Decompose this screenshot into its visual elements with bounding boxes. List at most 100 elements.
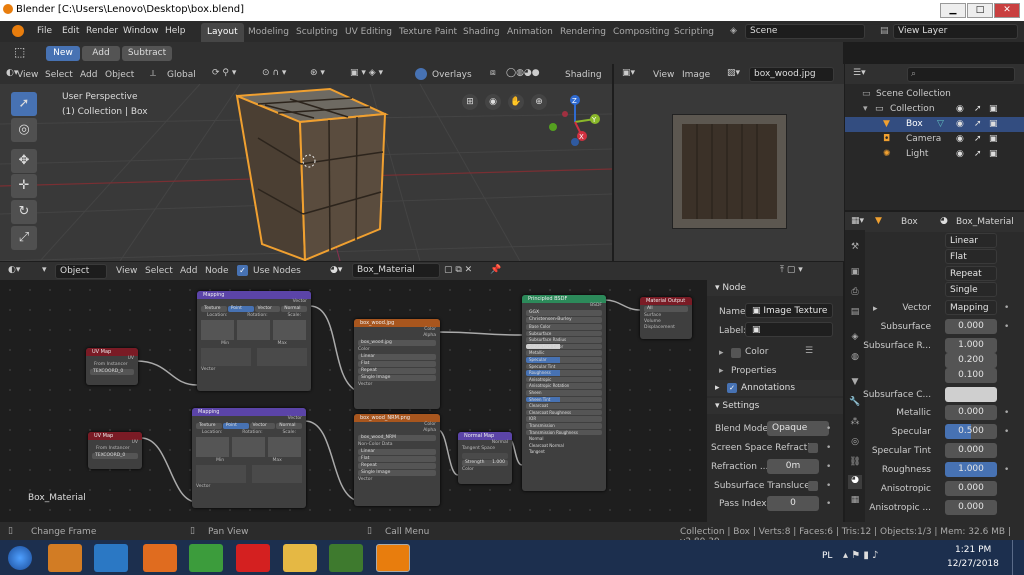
mode-new-button[interactable]: New xyxy=(46,46,80,61)
tray-icons[interactable]: ▴ ⚑ ▮ ♪ xyxy=(843,550,878,561)
tab-compositing[interactable]: Compositing xyxy=(607,23,675,42)
node-strength-field[interactable]: Strength 1.000 xyxy=(462,460,508,466)
blend-mode-dropdown[interactable]: Opaque xyxy=(767,421,829,436)
node-image-file[interactable]: box_wood.jpg xyxy=(358,340,436,346)
node-normal-map[interactable]: Normal Map Normal Tangent Space Strength… xyxy=(458,432,512,484)
taskbar-app-icon[interactable] xyxy=(329,544,363,572)
properties-type-icon[interactable]: ▦▾ xyxy=(851,216,864,226)
anisotropic-field[interactable]: 0.000 xyxy=(945,481,997,496)
bsdf-input-row[interactable]: Subsurface Radius xyxy=(526,337,602,343)
tool-scale[interactable]: ⤢ xyxy=(11,226,37,250)
tab-layout[interactable]: Layout xyxy=(201,23,244,42)
annotations-checkbox[interactable]: ✓ xyxy=(727,383,737,393)
select-arrow-icon[interactable]: ➚ xyxy=(974,132,982,147)
pan-hand-icon[interactable]: ✋ xyxy=(508,94,524,110)
list-icon[interactable]: ☰ xyxy=(805,346,813,356)
node-extension[interactable]: Repeat xyxy=(358,463,436,469)
material-tab-icon[interactable]: ◕ xyxy=(848,475,862,489)
visibility-icon[interactable]: ▣ ▾ ◈ ▾ xyxy=(350,68,383,78)
image-menu-image[interactable]: Image xyxy=(682,70,710,80)
bsdf-input-row[interactable]: Clearcoat xyxy=(526,403,602,409)
overlays-icon[interactable] xyxy=(415,68,427,80)
menu-help[interactable]: Help xyxy=(165,26,186,36)
viewport-menu-add[interactable]: Add xyxy=(80,70,97,80)
chrome-icon[interactable] xyxy=(189,544,223,572)
decorator-dot-icon[interactable]: • xyxy=(1004,427,1009,437)
tool-rotate[interactable]: ↻ xyxy=(11,200,37,224)
select-arrow-icon[interactable]: ➚ xyxy=(974,147,982,162)
scene-selector[interactable]: Scene xyxy=(745,24,865,39)
subsurface-color-swatch[interactable] xyxy=(945,387,997,402)
outliner-item-camera[interactable]: ◘ Camera ◉ ➚ ▣ xyxy=(845,132,1024,147)
blender-menu-icon[interactable] xyxy=(12,25,24,37)
source-dropdown[interactable]: Single Image xyxy=(945,282,997,310)
decorator-dot-icon[interactable]: • xyxy=(1004,303,1009,313)
object-tab-icon[interactable]: ▼ xyxy=(848,377,862,391)
bsdf-input-row[interactable]: Normal xyxy=(526,436,602,442)
node-menu-select[interactable]: Select xyxy=(145,266,173,276)
properties-expand-icon[interactable]: ▸ xyxy=(719,366,724,376)
material-name-field[interactable]: Box_Material xyxy=(352,263,440,278)
material-browse-icon[interactable]: ◕▾ xyxy=(330,265,342,275)
tab-modeling[interactable]: Modeling xyxy=(242,23,295,42)
screen-space-refraction-checkbox[interactable] xyxy=(808,443,818,453)
node-label-field[interactable]: ▣ xyxy=(745,322,833,337)
mapping-min-max-grid[interactable] xyxy=(201,348,307,366)
mapping-tab[interactable]: Texture xyxy=(201,306,227,312)
node-principled-bsdf[interactable]: Principled BSDF BSDF GGX Christensen-Bur… xyxy=(522,295,606,491)
node-source[interactable]: Single Image xyxy=(358,375,436,381)
shading-modes-icon[interactable]: ◯◍◕● xyxy=(506,68,540,78)
subsurface-radius-z-field[interactable]: 0.100 xyxy=(945,368,997,383)
mapping-tab[interactable]: Normal xyxy=(281,306,307,312)
node-menu-view[interactable]: View xyxy=(116,266,137,276)
render-icon[interactable]: ▣ xyxy=(989,132,998,147)
modifier-tab-icon[interactable]: 🔧 xyxy=(848,397,862,411)
decorator-dot-icon[interactable]: • xyxy=(1004,408,1009,418)
render-icon[interactable]: ▣ xyxy=(989,147,998,162)
mapping-value-grid[interactable] xyxy=(201,320,307,340)
viewport-menu-select[interactable]: Select xyxy=(45,70,73,80)
subsurface-translucency-checkbox[interactable] xyxy=(808,481,818,491)
tab-texture-paint[interactable]: Texture Paint xyxy=(393,23,463,42)
refraction-depth-field[interactable]: 0m xyxy=(767,459,819,474)
node-extension[interactable]: Repeat xyxy=(358,368,436,374)
mapping-value-grid[interactable] xyxy=(196,437,302,457)
camera-view-icon[interactable]: ◉ xyxy=(485,94,501,110)
bsdf-input-row[interactable]: Specular Tint xyxy=(526,363,602,370)
bsdf-input-row[interactable]: Anisotropic xyxy=(526,376,602,383)
decorator-dot-icon[interactable]: • xyxy=(826,481,831,491)
render-icon[interactable]: ▣ xyxy=(989,117,998,132)
node-image-texture[interactable]: box_wood_NRM.png Color Alpha box_wood_NR… xyxy=(354,414,440,506)
proportional-edit-icon[interactable]: ⊛ ▾ xyxy=(310,68,325,78)
color-checkbox[interactable] xyxy=(731,348,741,358)
scene-tab-icon[interactable]: ◈ xyxy=(848,332,862,346)
mapping-tab[interactable]: Point xyxy=(227,306,254,312)
decorator-dot-icon[interactable]: • xyxy=(1004,465,1009,475)
internet-explorer-icon[interactable] xyxy=(94,544,128,572)
eye-icon[interactable]: ◉ xyxy=(956,132,964,147)
node-interpolation[interactable]: Linear xyxy=(358,354,436,360)
node-menu-node[interactable]: Node xyxy=(205,266,229,276)
tool-select[interactable]: ➚ xyxy=(11,92,37,116)
toggle-camera-grid-icon[interactable]: ⊞ xyxy=(462,94,478,110)
node-editor-type-icon[interactable]: ◐▾ xyxy=(8,265,20,275)
select-arrow-icon[interactable]: ➚ xyxy=(974,102,982,117)
mapping-tab[interactable]: Vector xyxy=(254,306,281,312)
bsdf-input-row[interactable]: Metallic xyxy=(526,350,602,356)
viewport-menu-view[interactable]: View xyxy=(17,70,38,80)
decorator-dot-icon[interactable]: • xyxy=(826,499,831,509)
node-source[interactable]: Single Image xyxy=(358,470,436,476)
outliner-type-icon[interactable]: ☰▾ xyxy=(853,68,866,78)
language-indicator[interactable]: PL xyxy=(822,551,832,561)
snap-icon[interactable]: ⊙ ∩ ▾ xyxy=(262,68,286,78)
outliner-item-light[interactable]: ✺ Light ◉ ➚ ▣ xyxy=(845,147,1024,162)
bsdf-input-row[interactable]: Sheen Tint xyxy=(526,396,602,403)
node-target[interactable]: All xyxy=(644,306,688,312)
eye-icon[interactable]: ◉ xyxy=(956,102,964,117)
outliner-search-input[interactable] xyxy=(907,67,1015,82)
node-image-texture[interactable]: box_wood.jpg Color Alpha box_wood.jpg Co… xyxy=(354,319,440,409)
node-name-field[interactable]: ▣ Image Texture xyxy=(745,303,833,318)
fake-user-icon[interactable]: ▢ ⧉ ✕ xyxy=(444,265,472,275)
decorator-dot-icon[interactable]: • xyxy=(826,462,831,472)
output-tab-icon[interactable]: ⎙ xyxy=(848,287,862,301)
